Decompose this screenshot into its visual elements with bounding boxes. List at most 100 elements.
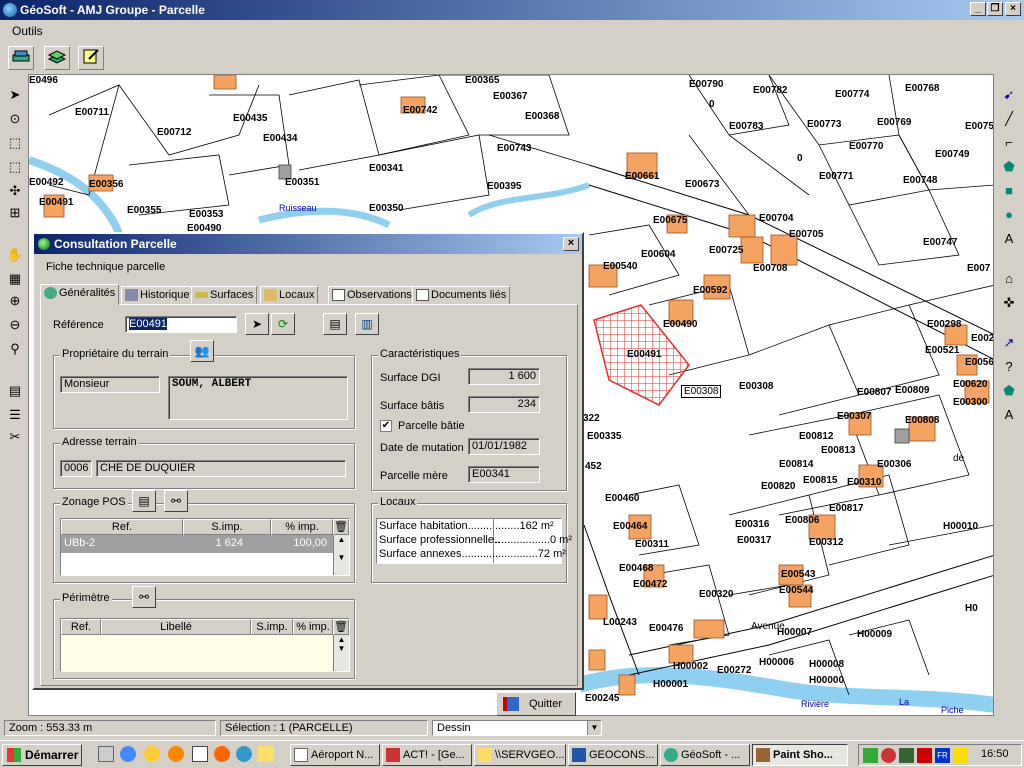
query-polygon-icon[interactable]: ⬟	[998, 380, 1020, 402]
parcel-label: E00491	[627, 349, 662, 360]
parcel-label: E00708	[753, 263, 788, 274]
edit-vertex-icon[interactable]: ⌂	[998, 268, 1020, 290]
print-icon[interactable]: ▤	[4, 380, 26, 402]
draw-text-icon[interactable]: A	[998, 228, 1020, 250]
zonage-header-pct[interactable]: % imp.	[271, 519, 333, 535]
perimetre-grid[interactable]: Ref. Libellé S.imp. % imp. 🗑 ▲ ▼	[60, 618, 350, 672]
zonage-report-button[interactable]: ▤	[132, 490, 156, 512]
tray-icon[interactable]	[899, 748, 914, 763]
draw-arrow-icon[interactable]: ➹	[998, 84, 1020, 106]
network-icon[interactable]	[236, 746, 252, 762]
perimetre-scrollbar[interactable]: ▲ ▼	[333, 635, 349, 671]
tools-icon[interactable]: ✂	[4, 426, 26, 448]
date-mutation-label: Date de mutation	[380, 442, 464, 454]
draw-rect-icon[interactable]: ■	[998, 180, 1020, 202]
task-act[interactable]: ACT! - [Ge...	[382, 744, 472, 766]
pan-hand-icon[interactable]: ✋	[4, 244, 26, 266]
menu-outils[interactable]: Outils	[12, 24, 43, 38]
dialog-close-button[interactable]: ×	[563, 237, 579, 251]
report-button[interactable]: ▤	[323, 313, 347, 335]
perimetre-header-pct[interactable]: % imp.	[293, 619, 333, 635]
zonage-scrollbar[interactable]: ▲ ▼	[333, 535, 349, 575]
tab-observations[interactable]: Observations	[328, 286, 416, 304]
draw-polyline-icon[interactable]: ⌐	[998, 132, 1020, 154]
query-line-icon[interactable]: ?	[998, 356, 1020, 378]
tray-icon[interactable]	[953, 748, 968, 763]
tab-generalites[interactable]: Généralités	[40, 284, 120, 305]
player-icon[interactable]	[214, 746, 230, 762]
zoom-out-icon[interactable]: ⊖	[4, 314, 26, 336]
tab-surfaces[interactable]: Surfaces	[191, 286, 258, 304]
owner-lookup-button[interactable]: 👥	[190, 340, 214, 362]
zoom-window-icon[interactable]: ⊞	[4, 202, 26, 224]
parcelle-batie-checkbox[interactable]: ✔	[380, 420, 392, 432]
task-servgeo[interactable]: \\SERVGEO...	[474, 744, 566, 766]
list-icon[interactable]: ☰	[4, 404, 26, 426]
table-row[interactable]: UBb-2 1 624 100,00	[61, 535, 333, 553]
task-geosoft[interactable]: GéoSoft - ...	[660, 744, 750, 766]
folder-icon[interactable]	[258, 746, 274, 762]
tab-documents-lies[interactable]: Documents liés	[412, 286, 511, 304]
task-paintshop[interactable]: Paint Sho...	[752, 744, 848, 766]
select-point-icon[interactable]: ⊙	[4, 108, 26, 130]
parcel-label: E00747	[923, 237, 958, 248]
document-button[interactable]: ▥	[355, 313, 379, 335]
restore-button[interactable]: ❐	[987, 2, 1003, 16]
parcelle-batie-label: Parcelle bâtie	[398, 420, 465, 432]
perimetre-header-ref[interactable]: Ref.	[61, 619, 101, 635]
mode-select[interactable]: Dessin ▼	[432, 720, 602, 736]
quit-button[interactable]: Quitter	[496, 692, 576, 716]
zoom-in-icon[interactable]: ⊕	[4, 290, 26, 312]
query-text-icon[interactable]: A	[998, 404, 1020, 426]
task-aeroport[interactable]: Aéroport N...	[290, 744, 380, 766]
tray-icon[interactable]	[863, 748, 878, 763]
trash-icon[interactable]: 🗑	[333, 519, 349, 535]
app-icon[interactable]	[192, 746, 208, 762]
media-icon[interactable]	[144, 746, 160, 762]
stack-icon[interactable]	[44, 46, 70, 70]
minimize-button[interactable]: _	[970, 2, 986, 16]
start-button[interactable]: Démarrer	[2, 744, 82, 766]
parcel-label: E00771	[819, 171, 854, 182]
firefox-icon[interactable]	[168, 746, 184, 762]
tab-historique[interactable]: Historique	[121, 286, 194, 304]
refresh-button[interactable]: ⟳	[271, 313, 295, 335]
chevron-down-icon[interactable]: ▼	[587, 721, 601, 735]
ie-icon[interactable]	[120, 746, 136, 762]
show-desktop-icon[interactable]	[98, 746, 114, 762]
perimetre-header-simp[interactable]: S.imp.	[251, 619, 293, 635]
layers-icon[interactable]	[8, 46, 34, 70]
draw-circle-icon[interactable]: ●	[998, 204, 1020, 226]
parcel-label: E00814	[779, 459, 814, 470]
move-icon[interactable]: ✜	[998, 292, 1020, 314]
tray-icon[interactable]	[917, 748, 932, 763]
parcel-label: E00306	[877, 459, 912, 470]
reference-input[interactable]: E00491	[125, 316, 237, 333]
pick-on-map-button[interactable]: ➤	[245, 313, 269, 335]
zoom-extent-icon[interactable]: ✣	[4, 180, 26, 202]
parcel-label: H00001	[653, 679, 689, 690]
perimetre-search-button[interactable]: ⚯	[132, 586, 156, 608]
query-arrow-icon[interactable]: ↗	[998, 332, 1020, 354]
select-rect-icon[interactable]: ⬚	[4, 132, 26, 154]
pointer-icon[interactable]: ➤	[4, 84, 26, 106]
select-area-icon[interactable]: ⬚	[4, 156, 26, 178]
parcel-label: E0496	[29, 75, 58, 86]
zonage-search-button[interactable]: ⚯	[164, 490, 188, 512]
zonage-header-simp[interactable]: S.imp.	[183, 519, 271, 535]
tray-icon[interactable]	[881, 748, 896, 763]
trash-icon[interactable]: 🗑	[333, 619, 349, 635]
zonage-grid[interactable]: Ref. S.imp. % imp. 🗑 UBb-2 1 624 100,00 …	[60, 518, 350, 576]
parcel-label: E00749	[935, 149, 970, 160]
close-button[interactable]: ×	[1005, 2, 1021, 16]
zonage-header-ref[interactable]: Ref.	[61, 519, 183, 535]
measure-icon[interactable]: ▦	[4, 268, 26, 290]
edit-note-icon[interactable]	[78, 46, 104, 70]
perimetre-header-libelle[interactable]: Libellé	[101, 619, 251, 635]
language-icon[interactable]: FR	[935, 748, 950, 763]
draw-polygon-icon[interactable]: ⬟	[998, 156, 1020, 178]
magnifier-icon[interactable]: ⚲	[4, 338, 26, 360]
task-geocons[interactable]: GEOCONS...	[568, 744, 658, 766]
tab-locaux[interactable]: Locaux	[260, 286, 319, 304]
draw-line-icon[interactable]: ╱	[998, 108, 1020, 130]
